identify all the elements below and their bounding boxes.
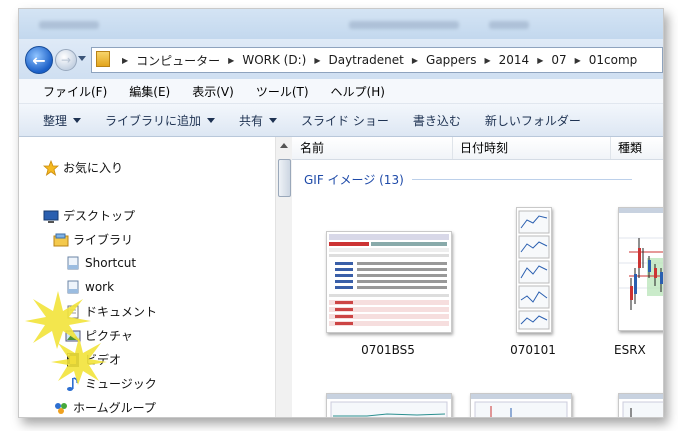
folder-icon xyxy=(96,51,110,67)
chevron-right-icon[interactable]: ▶ xyxy=(537,56,543,65)
chevron-right-icon[interactable]: ▶ xyxy=(412,56,418,65)
include-library-button[interactable]: ライブラリに追加 xyxy=(105,112,216,129)
thumbnail-image xyxy=(327,232,451,332)
history-dropdown-icon[interactable] xyxy=(78,56,86,61)
library-doc-icon xyxy=(67,256,79,270)
title-blur xyxy=(489,21,529,29)
scroll-thumb[interactable] xyxy=(278,159,291,197)
title-blur xyxy=(39,21,99,29)
column-type[interactable]: 種類 xyxy=(610,137,663,159)
share-button[interactable]: 共有 xyxy=(239,112,278,129)
new-folder-label: 新しいフォルダー xyxy=(484,113,581,128)
file-name[interactable]: 0701BS5 xyxy=(326,343,450,357)
menu-tools[interactable]: ツール(T) xyxy=(256,83,309,100)
group-divider xyxy=(411,179,632,180)
nav-label: Shortcut xyxy=(85,256,137,270)
menu-help[interactable]: ヘルプ(H) xyxy=(331,83,385,100)
file-thumbnail[interactable] xyxy=(470,393,572,417)
breadcrumb-01comp[interactable]: 01comp xyxy=(589,53,638,67)
menu-bar: ファイル(F) 編集(E) 表示(V) ツール(T) ヘルプ(H) xyxy=(19,79,663,104)
title-blur xyxy=(349,21,459,29)
star-icon xyxy=(43,159,59,176)
include-library-label: ライブラリに追加 xyxy=(105,113,202,128)
content-pane: 名前 日付時刻 種類 GIF イメージ (13) 0701BS5 070101 … xyxy=(292,137,663,417)
back-button[interactable]: ← xyxy=(25,46,53,74)
group-label: GIF イメージ (13) xyxy=(304,173,404,187)
explorer-window: ← → ▶ コンピューター ▶ WORK (D:) ▶ Daytradenet … xyxy=(18,8,664,418)
thumbnail-image xyxy=(619,208,663,330)
title-bar xyxy=(19,9,663,39)
file-name[interactable]: ESRX xyxy=(614,343,663,357)
breadcrumb-2014[interactable]: 2014 xyxy=(499,53,530,67)
breadcrumb-07[interactable]: 07 xyxy=(551,53,566,67)
nav-item-desktop[interactable]: デスクトップ xyxy=(43,207,135,224)
share-label: 共有 xyxy=(239,113,264,128)
scroll-up-icon[interactable] xyxy=(280,143,288,148)
forward-button[interactable]: → xyxy=(55,49,77,71)
nav-label: ホームグループ xyxy=(73,401,156,415)
file-thumbnail[interactable] xyxy=(618,207,663,331)
chevron-down-icon xyxy=(269,117,278,123)
desktop-icon xyxy=(43,210,59,223)
nav-label: ドキュメント xyxy=(85,305,158,319)
nav-label: ライブラリ xyxy=(73,233,134,247)
nav-label: デスクトップ xyxy=(63,209,136,223)
organize-button[interactable]: 整理 xyxy=(43,112,82,129)
group-header[interactable]: GIF イメージ (13) xyxy=(304,171,632,188)
breadcrumb-daytradenet[interactable]: Daytradenet xyxy=(328,53,403,67)
slideshow-label: スライド ショー xyxy=(301,113,389,128)
column-header: 名前 日付時刻 種類 xyxy=(292,137,663,160)
file-thumbnail[interactable] xyxy=(326,231,452,333)
nav-item-libraries[interactable]: ライブラリ xyxy=(53,231,133,248)
file-thumbnail[interactable] xyxy=(618,393,663,417)
sparkle-icon xyxy=(51,337,107,385)
burn-label: 書き込む xyxy=(412,113,461,128)
new-folder-button[interactable]: 新しいフォルダー xyxy=(485,112,581,129)
chevron-right-icon[interactable]: ▶ xyxy=(484,56,490,65)
arrow-right-icon: → xyxy=(60,53,72,67)
slideshow-button[interactable]: スライド ショー xyxy=(301,112,389,129)
command-bar: 整理 ライブラリに追加 共有 スライド ショー 書き込む 新しいフォルダー xyxy=(19,104,663,137)
breadcrumb-gappers[interactable]: Gappers xyxy=(426,53,476,67)
column-date[interactable]: 日付時刻 xyxy=(452,137,611,159)
thumbnail-image xyxy=(517,208,551,332)
address-bar[interactable]: ▶ コンピューター ▶ WORK (D:) ▶ Daytradenet ▶ Ga… xyxy=(91,47,663,73)
file-name[interactable]: 070101 xyxy=(488,343,578,357)
menu-view[interactable]: 表示(V) xyxy=(192,83,234,100)
thumbnail-image xyxy=(471,394,571,417)
address-row: ← → ▶ コンピューター ▶ WORK (D:) ▶ Daytradenet … xyxy=(19,39,663,79)
thumbnail-image xyxy=(619,394,663,417)
chevron-right-icon[interactable]: ▶ xyxy=(575,56,581,65)
navigation-pane: お気に入り デスクトップ ライブラリ Shortcut work ドキュメント … xyxy=(19,137,275,417)
breadcrumb: ▶ コンピューター ▶ WORK (D:) ▶ Daytradenet ▶ Ga… xyxy=(114,48,637,72)
burn-button[interactable]: 書き込む xyxy=(413,112,461,129)
nav-item-shortcut[interactable]: Shortcut xyxy=(65,255,136,271)
menu-file[interactable]: ファイル(F) xyxy=(43,83,107,100)
chevron-right-icon[interactable]: ▶ xyxy=(228,56,234,65)
nav-item-favorites[interactable]: お気に入り xyxy=(43,159,123,176)
library-icon xyxy=(53,233,69,246)
breadcrumb-drive[interactable]: WORK (D:) xyxy=(242,53,306,67)
chevron-down-icon xyxy=(73,117,82,123)
organize-label: 整理 xyxy=(43,113,68,128)
nav-item-homegroup[interactable]: ホームグループ xyxy=(53,399,156,416)
breadcrumb-computer[interactable]: コンピューター xyxy=(136,52,220,69)
nav-label: お気に入り xyxy=(63,161,124,175)
arrow-left-icon: ← xyxy=(32,50,46,70)
homegroup-icon xyxy=(55,402,67,414)
nav-scrollbar[interactable] xyxy=(275,137,292,417)
chevron-right-icon[interactable]: ▶ xyxy=(314,56,320,65)
menu-edit[interactable]: 編集(E) xyxy=(129,83,170,100)
chevron-down-icon xyxy=(207,117,216,123)
column-name[interactable]: 名前 xyxy=(292,137,453,159)
thumbnail-image xyxy=(327,394,451,417)
chevron-right-icon[interactable]: ▶ xyxy=(122,56,128,65)
file-thumbnail[interactable] xyxy=(516,207,552,333)
file-thumbnail[interactable] xyxy=(326,393,452,417)
